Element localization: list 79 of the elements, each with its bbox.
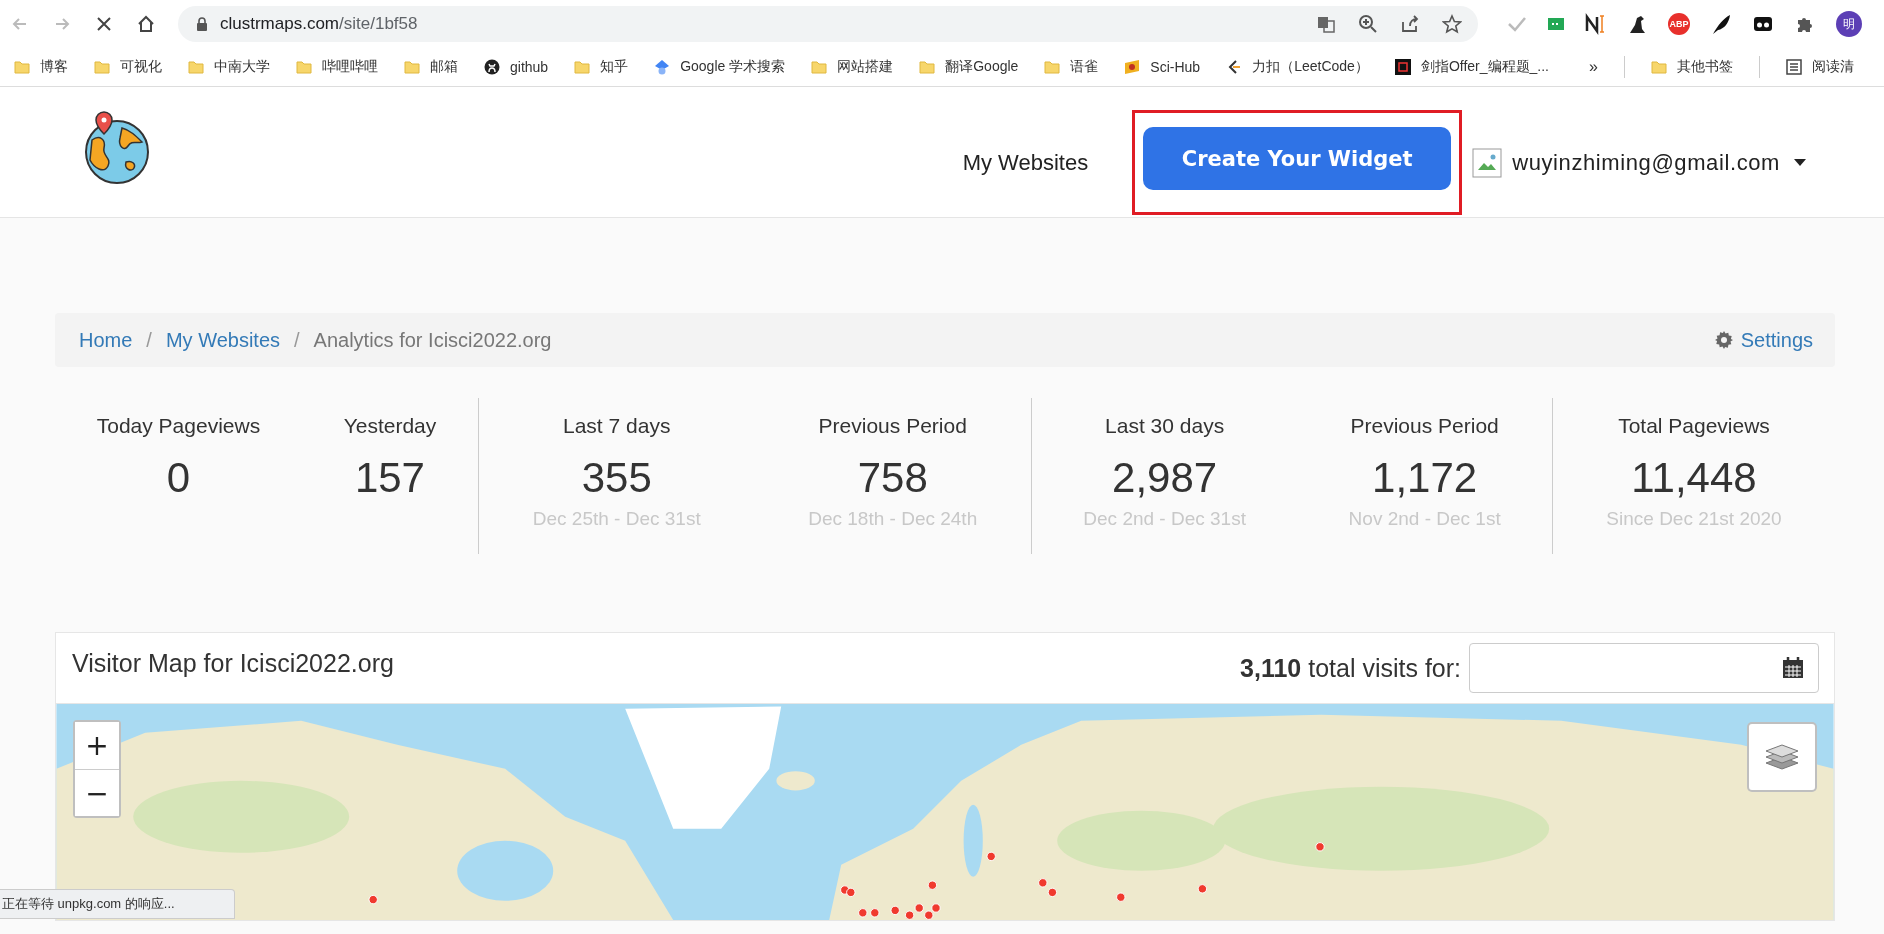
calendar-icon[interactable]: [1782, 657, 1804, 679]
bookmark[interactable]: 知乎: [574, 58, 629, 76]
create-widget-button[interactable]: Create Your Widget: [1143, 127, 1452, 190]
bookmark[interactable]: 剑指Offer_编程题_...: [1394, 58, 1549, 76]
translate-icon[interactable]: [1316, 14, 1336, 34]
address-bar[interactable]: clustrmaps.com/site/1bf58: [178, 6, 1478, 42]
bookmark[interactable]: 中南大学: [188, 58, 270, 76]
bookmark[interactable]: 网站搭建: [811, 58, 894, 76]
stat-value: 758: [856, 454, 929, 502]
visits-summary: 3,110 total visits for:: [1240, 653, 1461, 683]
stat-label: Last 7 days: [562, 414, 672, 438]
stat-value: 0: [165, 454, 192, 502]
breadcrumb-separator: /: [146, 328, 152, 352]
map-title: Visitor Map for Icisci2022.org: [72, 648, 394, 678]
folder-icon: [1650, 59, 1667, 75]
lock-icon: [196, 17, 208, 31]
stat-label: Previous Period: [817, 414, 968, 438]
breadcrumb-link[interactable]: Home: [79, 328, 133, 352]
share-icon[interactable]: [1400, 14, 1420, 34]
adblock-icon[interactable]: ABP: [1668, 13, 1690, 35]
folder-icon: [404, 59, 420, 75]
layers-icon: [1764, 741, 1800, 773]
breadcrumb-link[interactable]: My Websites: [165, 328, 281, 352]
bookmark[interactable]: 力扣（LeetCode）: [1226, 58, 1369, 76]
breadcrumb-separator: /: [294, 328, 300, 352]
mortarboard-icon: [654, 59, 671, 75]
folder-icon: [188, 59, 204, 75]
list-icon: [1785, 59, 1802, 75]
bookmark[interactable]: 邮箱: [404, 58, 458, 76]
layers-button[interactable]: [1747, 722, 1817, 792]
stat-value: 11,448: [1630, 454, 1758, 502]
bookmark[interactable]: 可视化: [94, 58, 162, 76]
broken-image-icon: [1472, 147, 1503, 178]
bookmark[interactable]: 博客: [14, 58, 68, 76]
square-icon: [1394, 59, 1411, 75]
folder-icon: [811, 59, 828, 75]
nav-link[interactable]: My Websites: [962, 149, 1089, 176]
stat-value: 2,987: [1111, 454, 1219, 502]
bookmark[interactable]: 哔哩哔哩: [296, 58, 378, 76]
feather-icon[interactable]: [1710, 13, 1732, 35]
stat-value: 1,172: [1371, 454, 1479, 502]
stat-label: Previous Period: [1349, 414, 1500, 438]
flag-icon[interactable]: [1548, 18, 1564, 30]
star-icon[interactable]: [1442, 14, 1462, 34]
folder-icon: [1044, 59, 1061, 75]
breadcrumb-current: Analytics for Icisci2022.org: [313, 328, 552, 352]
zoom-icon[interactable]: [1358, 14, 1378, 34]
bookmark[interactable]: 其他书签: [1650, 58, 1733, 76]
settings-icon: [1714, 331, 1733, 349]
bookmark[interactable]: github: [484, 59, 549, 75]
folder-icon: [94, 59, 110, 75]
bookmark[interactable]: 语雀: [1044, 58, 1099, 76]
globe-logo[interactable]: [82, 110, 152, 186]
caret-icon[interactable]: [1794, 158, 1806, 167]
profile-avatar[interactable]: 明: [1836, 11, 1862, 37]
stat-label: Total Pageviews: [1617, 414, 1771, 438]
stat-label: Today Pageviews: [96, 414, 261, 438]
folder-icon: [574, 59, 591, 75]
reading-list-button[interactable]: 阅读清: [1785, 58, 1854, 76]
folder-icon: [296, 59, 312, 75]
bookmark[interactable]: 翻译Google: [919, 58, 1019, 76]
home-icon[interactable]: [136, 14, 156, 34]
bracket-icon: [1226, 59, 1243, 75]
status-tooltip: 正在等待 unpkg.com 的响应...: [0, 889, 235, 919]
stat-value: 355: [580, 454, 653, 502]
bookmark[interactable]: Google 学术搜索: [654, 58, 786, 76]
url-text: clustrmaps.com/site/1bf58: [220, 14, 418, 34]
settings-link[interactable]: Settings: [1714, 328, 1813, 352]
stat-value: 157: [353, 454, 426, 502]
folder-icon: [919, 59, 936, 75]
serif-n-icon[interactable]: [1584, 13, 1606, 35]
zoom-out-button[interactable]: −: [75, 769, 119, 816]
stat-label: Last 30 days: [1104, 414, 1226, 438]
user-email[interactable]: wuyinzhiming@gmail.com: [1512, 149, 1780, 176]
bookmark[interactable]: Sci-Hub: [1124, 59, 1201, 75]
more-bookmarks-button[interactable]: »: [1589, 58, 1598, 76]
date-field[interactable]: [1469, 643, 1819, 693]
folder-icon: [14, 59, 30, 75]
stat-label: Yesterday: [343, 414, 437, 438]
